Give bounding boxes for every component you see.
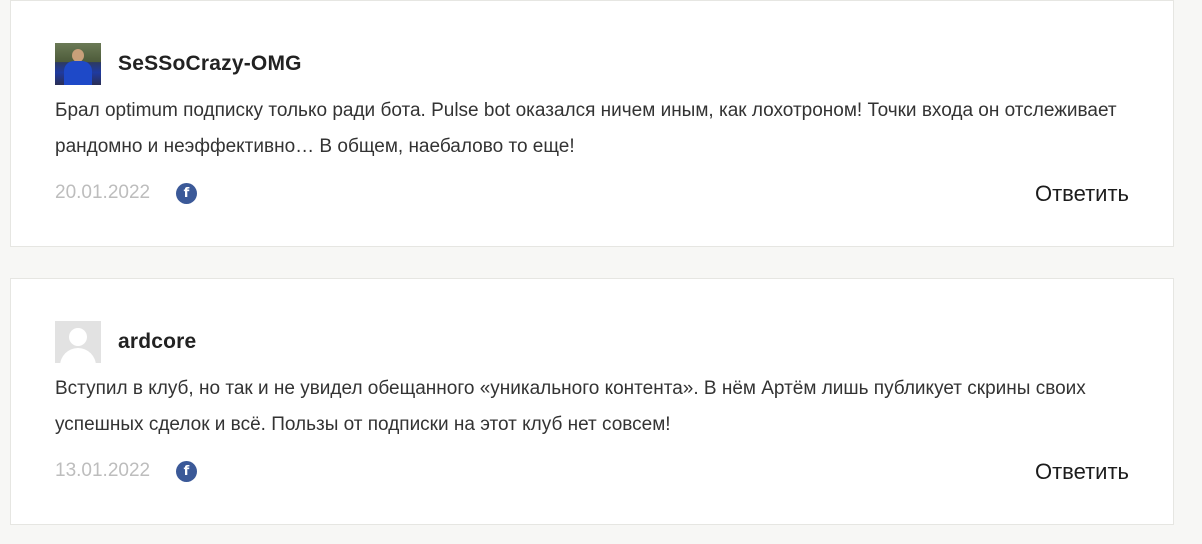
avatar — [55, 43, 101, 85]
comment-card: SeSSoCrazy-OMG Брал optimum подписку тол… — [10, 0, 1174, 247]
comment-card: ardcore Вступил в клуб, но так и не увид… — [10, 278, 1174, 525]
facebook-icon[interactable]: f — [176, 461, 197, 482]
comment-date: 20.01.2022 — [55, 182, 151, 203]
comment-author: SeSSoCrazy-OMG — [118, 52, 302, 75]
comment-header: SeSSoCrazy-OMG — [55, 43, 302, 85]
avatar — [55, 321, 101, 363]
reply-button[interactable]: Ответить — [1035, 181, 1129, 207]
reply-button[interactable]: Ответить — [1035, 459, 1129, 485]
comment-text: Брал optimum подписку только ради бота. … — [55, 100, 1117, 157]
facebook-icon[interactable]: f — [176, 183, 197, 204]
comment-date: 13.01.2022 — [55, 460, 151, 481]
comment-text: Вступил в клуб, но так и не увидел обеща… — [55, 378, 1086, 435]
comment-author: ardcore — [118, 330, 197, 353]
comment-header: ardcore — [55, 321, 196, 363]
